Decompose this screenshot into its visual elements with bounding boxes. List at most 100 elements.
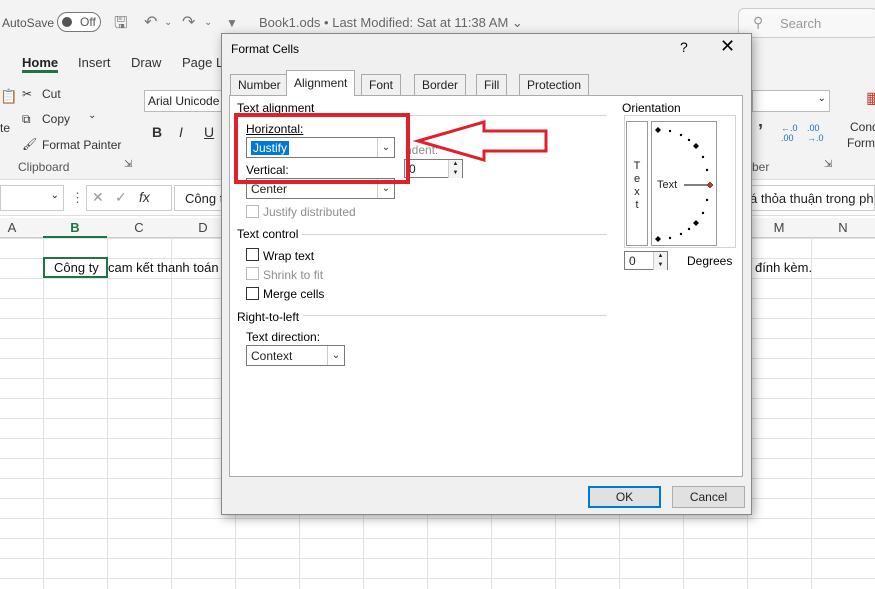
horizontal-select[interactable]: Justify ⌄ bbox=[246, 137, 395, 158]
copy-icon[interactable]: ⧉ bbox=[22, 112, 31, 127]
tab-border[interactable]: Border bbox=[414, 74, 467, 95]
conditional-formatting-icon[interactable]: ▦ bbox=[866, 88, 875, 108]
spin-up-icon[interactable]: ▲ bbox=[653, 252, 667, 261]
more-options-icon[interactable]: ⋮ bbox=[71, 190, 84, 206]
paste-icon[interactable]: 📋 bbox=[0, 88, 17, 105]
clipboard-launcher-icon[interactable]: ⇲ bbox=[124, 159, 132, 170]
justify-distributed-label: Justify distributed bbox=[263, 205, 356, 219]
copy-dropdown-icon[interactable]: ⌄ bbox=[88, 110, 96, 121]
vertical-text-letter: t bbox=[635, 199, 639, 211]
search-icon: ⚲ bbox=[753, 14, 764, 30]
decrease-decimal-icon[interactable]: .00 →.0 bbox=[807, 123, 824, 143]
chevron-down-icon: ⌄ bbox=[327, 346, 344, 365]
underline-button[interactable]: U bbox=[204, 124, 214, 140]
degrees-spinner[interactable]: 0 ▲ ▼ bbox=[624, 251, 668, 270]
autosave-label: AutoSave bbox=[2, 16, 55, 30]
shrink-to-fit-label: Shrink to fit bbox=[263, 268, 324, 282]
cancel-icon[interactable]: ✕ bbox=[92, 189, 104, 206]
indent-value: 0 bbox=[409, 162, 416, 176]
chevron-down-icon: ⌄ bbox=[511, 15, 523, 30]
save-icon[interactable]: 🖫 bbox=[114, 12, 128, 39]
degrees-value: 0 bbox=[629, 254, 636, 268]
tab-font[interactable]: Font bbox=[361, 74, 402, 95]
tab-alignment[interactable]: Alignment bbox=[286, 70, 356, 96]
cell-b2-text: Công ty bbox=[54, 260, 99, 275]
increase-decimal-icon[interactable]: ←.0.00 bbox=[781, 123, 798, 143]
number-format-box[interactable]: ⌄ bbox=[752, 90, 830, 112]
formula-text: Công t bbox=[185, 191, 224, 206]
shrink-to-fit-checkbox[interactable] bbox=[246, 267, 259, 280]
horizontal-value: Justify bbox=[251, 141, 290, 155]
indent-spinner[interactable]: 0 ▲ ▼ bbox=[404, 159, 463, 178]
tab-number[interactable]: Number bbox=[230, 74, 289, 95]
format-painter-button[interactable]: Format Painter bbox=[42, 138, 121, 152]
close-button[interactable]: ✕ bbox=[720, 36, 735, 57]
tab-home[interactable]: Home bbox=[22, 55, 58, 70]
vertical-text-letter: T bbox=[633, 160, 641, 172]
undo-icon[interactable]: ↶ bbox=[144, 12, 157, 32]
wrap-text-checkbox[interactable] bbox=[246, 248, 259, 261]
format-cells-dialog: Format Cells ? ✕ Number Alignment Font B… bbox=[221, 33, 752, 515]
italic-button[interactable]: I bbox=[179, 124, 183, 140]
comma-style-icon[interactable]: ’ bbox=[758, 121, 763, 142]
text-alignment-title: Text alignment bbox=[237, 101, 319, 115]
active-tab-underline bbox=[22, 70, 58, 73]
name-box[interactable]: ⌄ bbox=[0, 185, 64, 211]
undo-dropdown-icon[interactable]: ⌄ bbox=[164, 17, 172, 28]
tab-fill[interactable]: Fill bbox=[476, 74, 508, 95]
column-header-m[interactable]: M bbox=[747, 220, 811, 235]
customize-qat-icon[interactable]: ▼ bbox=[226, 16, 238, 30]
cut-icon[interactable]: ✂ bbox=[22, 87, 32, 101]
search-box[interactable]: ⚲ Search bbox=[738, 8, 875, 38]
enter-icon[interactable]: ✓ bbox=[115, 189, 127, 206]
degrees-label: Degrees bbox=[687, 254, 733, 268]
indent-label: ndent: bbox=[405, 143, 439, 157]
merge-cells-checkbox[interactable] bbox=[246, 287, 259, 300]
tab-page-layout[interactable]: Page L bbox=[182, 55, 223, 70]
tab-draw[interactable]: Draw bbox=[131, 55, 161, 70]
chevron-down-icon: ⌄ bbox=[50, 190, 59, 201]
text-direction-value: Context bbox=[251, 349, 293, 363]
document-title-text: Book1.ods • Last Modified: Sat at 11:38 … bbox=[259, 15, 509, 30]
document-title[interactable]: Book1.ods • Last Modified: Sat at 11:38 … bbox=[259, 15, 523, 31]
autosave-toggle[interactable]: Off bbox=[57, 12, 101, 32]
cut-button[interactable]: Cut bbox=[42, 87, 61, 101]
dial-text-label: Text bbox=[657, 179, 678, 191]
format-as-table-button[interactable]: Form bbox=[847, 136, 875, 150]
vertical-select[interactable]: Center ⌄ bbox=[246, 178, 395, 199]
copy-button[interactable]: Copy bbox=[42, 112, 70, 126]
redo-icon[interactable]: ↷ bbox=[182, 12, 195, 32]
vertical-text-letter: e bbox=[633, 173, 641, 185]
text-control-title: Text control bbox=[237, 227, 303, 241]
help-button[interactable]: ? bbox=[680, 39, 688, 55]
column-header-c[interactable]: C bbox=[107, 220, 171, 235]
number-group-label: ber bbox=[752, 160, 770, 174]
paste-button[interactable]: te bbox=[0, 121, 10, 135]
justify-distributed-checkbox[interactable] bbox=[246, 205, 259, 218]
font-name-box[interactable]: Arial Unicode bbox=[144, 90, 224, 112]
vertical-label: Vertical: bbox=[246, 163, 289, 177]
spin-down-icon[interactable]: ▼ bbox=[448, 169, 462, 178]
column-header-n[interactable]: N bbox=[811, 220, 875, 235]
orientation-dial[interactable]: Text bbox=[651, 121, 717, 246]
toggle-knob bbox=[62, 17, 72, 27]
column-header-a[interactable]: A bbox=[0, 220, 44, 235]
insert-function-icon[interactable]: fx bbox=[139, 189, 150, 205]
cancel-button[interactable]: Cancel bbox=[672, 486, 745, 508]
cell-overflow-tail: đính kèm. bbox=[755, 260, 813, 275]
spin-down-icon[interactable]: ▼ bbox=[653, 261, 667, 270]
tab-insert[interactable]: Insert bbox=[78, 55, 111, 70]
ok-button[interactable]: OK bbox=[588, 486, 661, 508]
column-header-b[interactable]: B bbox=[43, 220, 107, 238]
text-direction-select[interactable]: Context ⌄ bbox=[246, 345, 345, 366]
tab-protection[interactable]: Protection bbox=[519, 74, 590, 95]
toggle-label: Off bbox=[80, 15, 96, 29]
bold-button[interactable]: B bbox=[152, 124, 162, 140]
vertical-text-button[interactable]: T e x t bbox=[626, 121, 648, 246]
redo-dropdown-icon[interactable]: ⌄ bbox=[204, 17, 212, 28]
format-painter-icon[interactable]: 🖌 bbox=[22, 137, 37, 151]
cell-b2-overflow-text: cam kết thanh toán bbox=[108, 260, 219, 275]
conditional-formatting-button[interactable]: Cond bbox=[850, 120, 875, 134]
number-launcher-icon[interactable]: ⇲ bbox=[824, 159, 832, 170]
spin-up-icon[interactable]: ▲ bbox=[448, 160, 462, 169]
